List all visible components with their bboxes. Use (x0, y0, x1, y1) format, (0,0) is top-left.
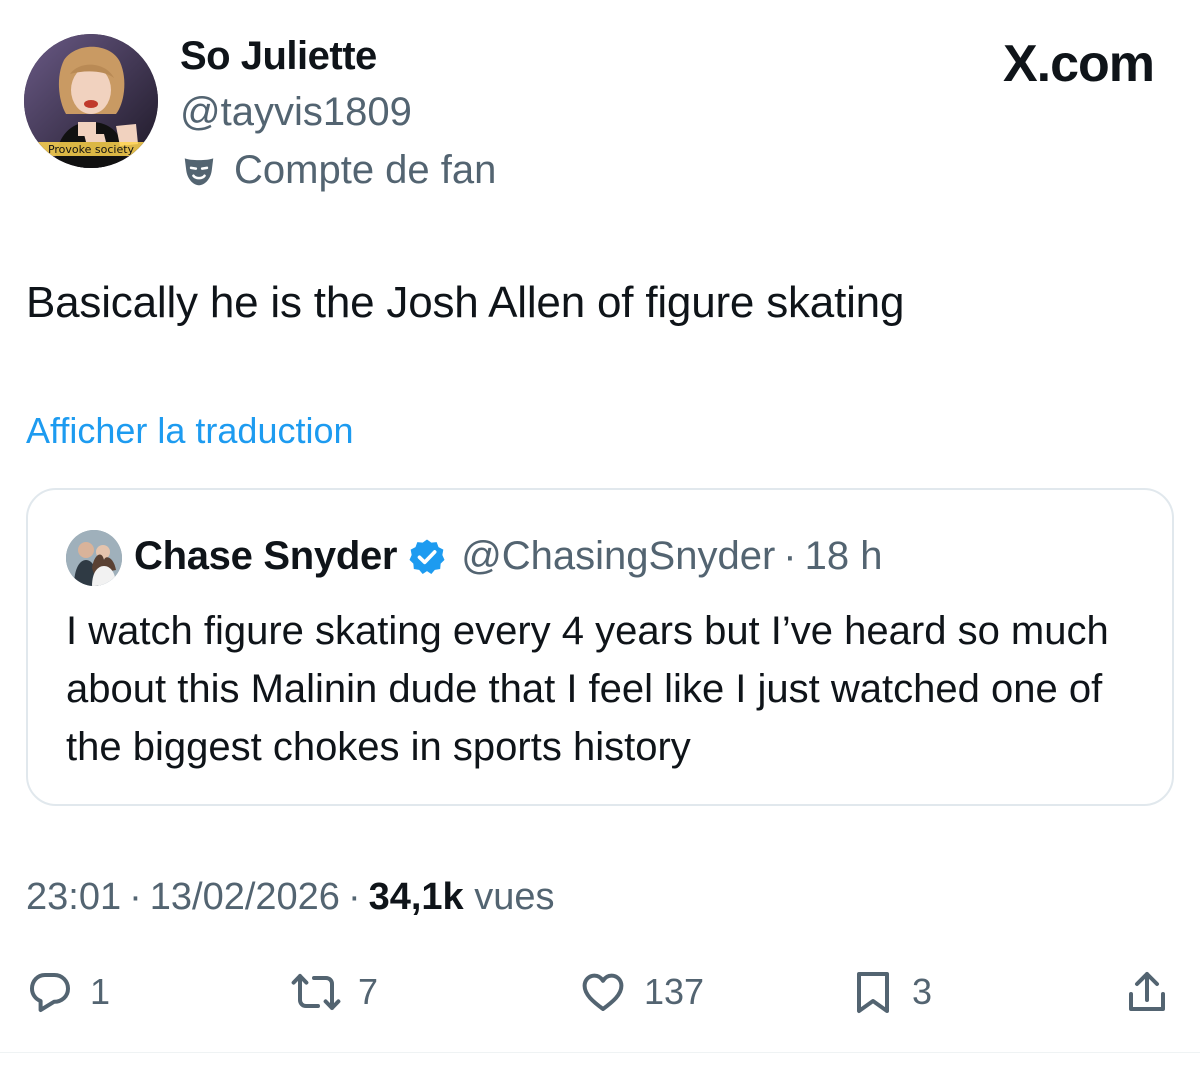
heart-icon (578, 968, 628, 1016)
bookmark-button[interactable]: 3 (850, 968, 932, 1016)
tweet-text: Basically he is the Josh Allen of figure… (26, 278, 905, 327)
author-avatar[interactable]: Provoke society (24, 34, 158, 168)
quoted-author-handle[interactable]: @ChasingSnyder (461, 534, 775, 579)
retweet-count: 7 (358, 971, 379, 1012)
views-label: vues (474, 876, 555, 918)
reply-button[interactable]: 1 (26, 968, 110, 1016)
tweet-meta: 23:01 · 13/02/2026 · 34,1k vues (26, 876, 555, 919)
tweet-time[interactable]: 23:01 (26, 876, 121, 918)
retweet-icon (290, 968, 342, 1016)
like-count: 137 (644, 971, 705, 1012)
fan-account-label: Compte de fan (234, 148, 497, 192)
action-bar: 1 7 137 3 (0, 968, 1200, 1028)
author-handle[interactable]: @tayvis1809 (180, 90, 412, 135)
quoted-author-name[interactable]: Chase Snyder (134, 534, 397, 579)
fan-account-badge: Compte de fan (180, 148, 496, 193)
retweet-button[interactable]: 7 (290, 968, 378, 1016)
author-display-name[interactable]: So Juliette (180, 34, 377, 79)
share-icon (1124, 968, 1170, 1016)
share-button[interactable] (1124, 968, 1170, 1016)
brand-watermark: X.com (1002, 35, 1155, 93)
tweet-date[interactable]: 13/02/2026 (150, 876, 340, 918)
quoted-tweet-header: Chase Snyder @ChasingSnyder · 18 h (134, 534, 882, 579)
quoted-tweet-text: I watch figure skating every 4 years but… (66, 609, 1109, 769)
separator-dot: · (783, 534, 797, 578)
reply-icon (26, 968, 74, 1016)
bookmark-icon (850, 968, 896, 1016)
separator-dot: · (129, 876, 142, 918)
verified-badge-icon (407, 537, 447, 577)
views-count[interactable]: 34,1k (369, 876, 464, 918)
theater-mask-icon (180, 152, 218, 190)
translate-link[interactable]: Afficher la traduction (26, 410, 354, 452)
quoted-tweet-time[interactable]: 18 h (805, 534, 883, 579)
quoted-tweet-card[interactable]: Chase Snyder @ChasingSnyder · 18 h I wat… (26, 488, 1174, 806)
divider (0, 1052, 1200, 1053)
bookmark-count: 3 (912, 971, 933, 1012)
like-button[interactable]: 137 (578, 968, 704, 1016)
separator-dot: · (347, 876, 361, 918)
avatar-caption: Provoke society (48, 143, 135, 156)
quoted-author-avatar[interactable] (66, 530, 122, 586)
reply-count: 1 (90, 971, 111, 1012)
